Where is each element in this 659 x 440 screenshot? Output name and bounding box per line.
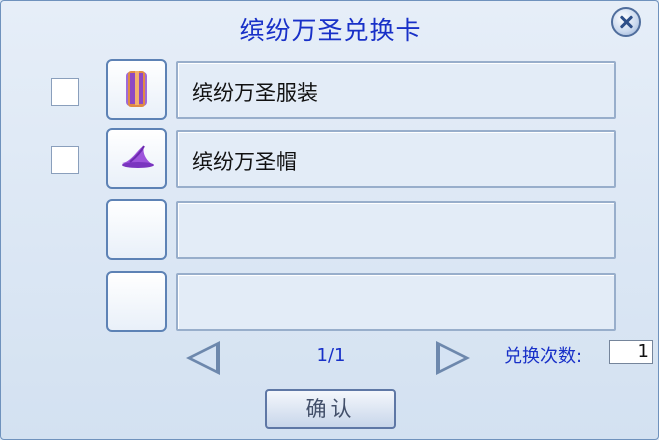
confirm-button[interactable]: 确认: [265, 389, 396, 429]
item-field-1: 缤纷万圣服装: [176, 61, 616, 119]
close-icon[interactable]: [611, 7, 641, 37]
exchange-dialog: 缤纷万圣兑换卡 缤纷万圣服装 缤纷万圣帽 1/1 兑换次数: 1 确认: [0, 0, 659, 440]
exchange-count-input[interactable]: 1: [609, 340, 653, 364]
item-slot-2[interactable]: [106, 128, 167, 189]
left-arrow-icon[interactable]: [186, 341, 220, 375]
item-slot-1[interactable]: [106, 59, 167, 120]
costume-icon: [126, 71, 147, 107]
row-2-checkbox[interactable]: [51, 146, 79, 174]
exchange-count-label: 兑换次数:: [504, 346, 583, 367]
witch-hat-icon: [122, 145, 154, 168]
dialog-title: 缤纷万圣兑换卡: [239, 16, 422, 45]
item-field-2: 缤纷万圣帽: [176, 130, 616, 188]
page-indicator: 1/1: [316, 345, 346, 366]
item-field-3: [176, 201, 616, 259]
row-1-checkbox[interactable]: [51, 78, 79, 106]
item-label-1: 缤纷万圣服装: [192, 81, 318, 105]
item-slot-3[interactable]: [106, 199, 167, 260]
right-arrow-icon[interactable]: [436, 341, 470, 375]
item-field-4: [176, 273, 616, 331]
item-slot-4[interactable]: [106, 271, 167, 332]
item-label-2: 缤纷万圣帽: [192, 150, 297, 174]
